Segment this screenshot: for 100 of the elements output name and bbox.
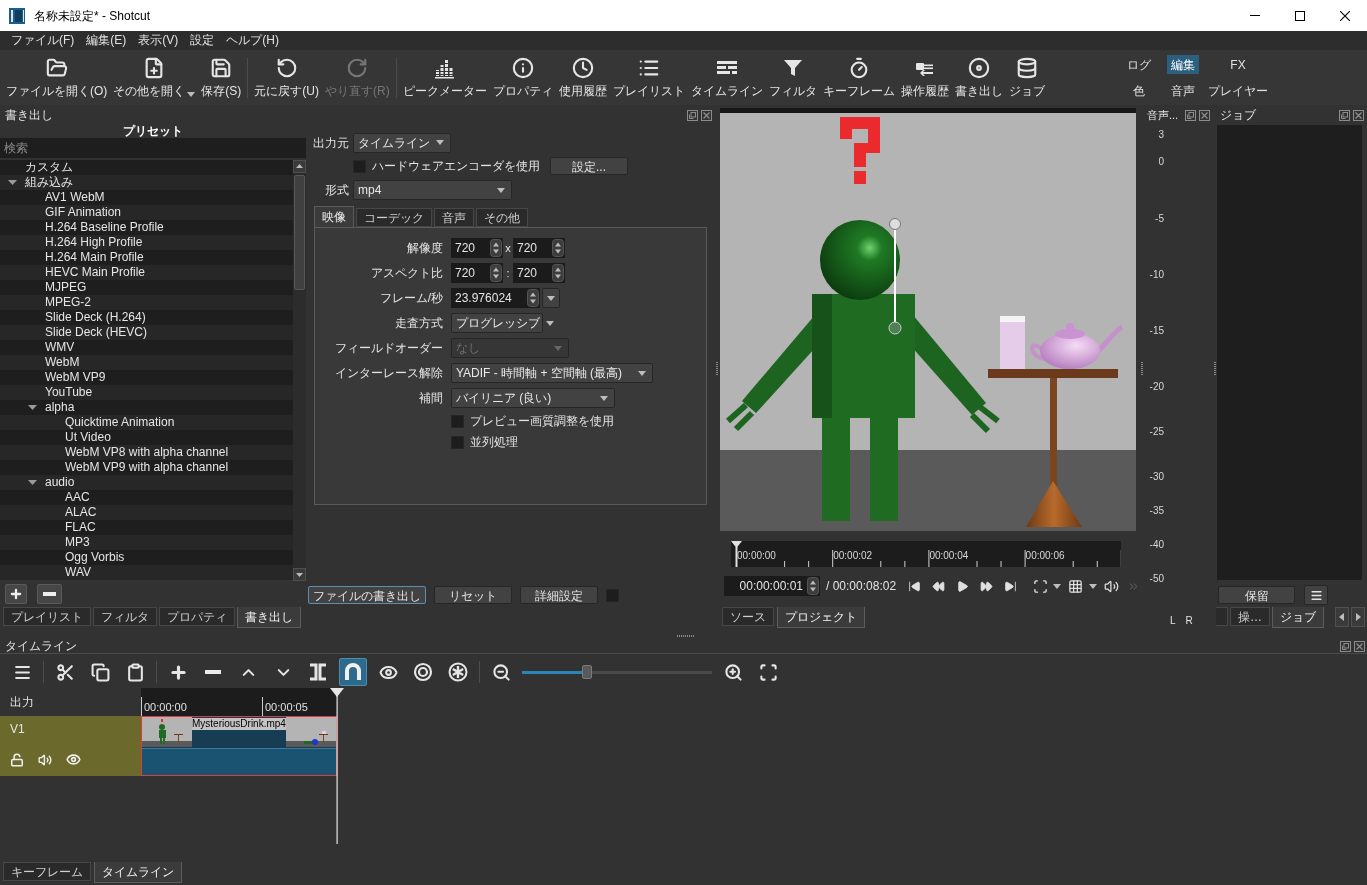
- toolbar-button[interactable]: 使用履歴: [555, 51, 610, 104]
- splitter-grip-icon[interactable]: [1213, 361, 1216, 376]
- layout-tab[interactable]: 音声: [1167, 81, 1199, 100]
- tab[interactable]: 音声: [434, 208, 474, 227]
- toolbar-button[interactable]: 保存(S): [198, 51, 245, 104]
- tab[interactable]: キーフレーム: [3, 862, 91, 881]
- tab[interactable]: ソース: [722, 607, 774, 626]
- toolbar-button[interactable]: プロパティ: [489, 51, 556, 104]
- menu-item[interactable]: 設定: [185, 31, 220, 50]
- close-icon[interactable]: [1354, 641, 1365, 652]
- splitter-grip-icon[interactable]: [1140, 361, 1143, 376]
- add-button[interactable]: [5, 584, 27, 604]
- spin-arrows-icon[interactable]: [490, 264, 502, 282]
- preset-item[interactable]: WebM: [0, 355, 293, 370]
- spin-box[interactable]: 720: [451, 238, 503, 258]
- preset-item[interactable]: MPEG-2: [0, 295, 293, 310]
- hold-button[interactable]: 保留: [1218, 586, 1295, 604]
- close-icon[interactable]: [1199, 109, 1210, 121]
- toolbar-button[interactable]: その他を開く: [110, 51, 199, 104]
- scrollbar-thumb[interactable]: [294, 175, 305, 290]
- layout-tab[interactable]: ログ: [1123, 55, 1155, 74]
- toolbar-button[interactable]: タイムライン: [687, 51, 766, 104]
- spin-arrows-icon[interactable]: [490, 239, 502, 257]
- scroll-up-icon[interactable]: [293, 160, 306, 173]
- scroll-down-icon[interactable]: [293, 568, 306, 581]
- preset-item[interactable]: WMV: [0, 340, 293, 355]
- preset-item[interactable]: H.264 Baseline Profile: [0, 220, 293, 235]
- spin-box[interactable]: 720: [451, 263, 503, 283]
- menu-button[interactable]: [1304, 585, 1328, 605]
- dropdown-button[interactable]: [542, 288, 560, 308]
- preset-item[interactable]: Slide Deck (HEVC): [0, 325, 293, 340]
- preset-item[interactable]: WebM VP9 with alpha channel: [0, 460, 293, 475]
- preset-item[interactable]: カスタム: [0, 160, 293, 175]
- action-button[interactable]: リセット: [434, 586, 512, 604]
- preset-item[interactable]: MJPEG: [0, 280, 293, 295]
- open-lock-icon[interactable]: [10, 752, 24, 767]
- menu-item[interactable]: ファイル(F): [6, 31, 80, 50]
- search-field[interactable]: 検索: [0, 138, 306, 158]
- undock-icon[interactable]: [1185, 109, 1196, 121]
- timecode-field[interactable]: 00:00:00:01: [724, 576, 820, 596]
- spin-box[interactable]: 720: [513, 263, 565, 283]
- clip[interactable]: MysteriousDrink.mp4: [141, 716, 337, 776]
- spin-arrows-icon[interactable]: [527, 289, 539, 307]
- snap-button[interactable]: [339, 658, 367, 686]
- dropdown[interactable]: YADIF - 時間軸 + 空間軸 (最高): [451, 363, 653, 383]
- preset-item[interactable]: YouTube: [0, 385, 293, 400]
- caret-down-icon[interactable]: [28, 478, 37, 487]
- spin-box[interactable]: 720: [513, 238, 565, 258]
- spin-arrows-icon[interactable]: [552, 264, 564, 282]
- toolbar-button[interactable]: キーフレーム: [819, 51, 898, 104]
- preset-item[interactable]: ALAC: [0, 505, 293, 520]
- toolbar-button[interactable]: ファイルを開く(O): [3, 51, 111, 104]
- tab[interactable]: フィルタ: [93, 607, 157, 626]
- undock-icon[interactable]: [1339, 109, 1350, 121]
- preset-folder[interactable]: audio: [0, 475, 293, 490]
- preset-item[interactable]: Ogg Vorbis: [0, 550, 293, 565]
- toolbar-button[interactable]: 元に戻す(U): [251, 51, 322, 104]
- menu-item[interactable]: ヘルプ(H): [221, 31, 284, 50]
- close-icon[interactable]: [1353, 109, 1364, 121]
- speaker-icon[interactable]: [38, 752, 52, 767]
- playhead[interactable]: [330, 688, 344, 844]
- toolbar-button[interactable]: ジョブ: [1005, 51, 1048, 104]
- tab[interactable]: ジョブ: [1272, 607, 1324, 628]
- preset-item[interactable]: FLAC: [0, 520, 293, 535]
- preset-item[interactable]: WebM VP9: [0, 370, 293, 385]
- preset-item[interactable]: WAV: [0, 565, 293, 580]
- toolbar-button[interactable]: フィルタ: [765, 51, 820, 104]
- preset-item[interactable]: Quicktime Animation: [0, 415, 293, 430]
- layout-tab[interactable]: プレイヤー: [1204, 81, 1272, 100]
- layout-tab[interactable]: 色: [1129, 81, 1149, 100]
- spin-arrows-icon[interactable]: [552, 239, 564, 257]
- remove-button[interactable]: [37, 584, 62, 604]
- checkbox[interactable]: [451, 414, 464, 428]
- checkbox[interactable]: [451, 435, 464, 449]
- close-icon[interactable]: [701, 109, 712, 121]
- preset-item[interactable]: HEVC Main Profile: [0, 265, 293, 280]
- timeline-ruler[interactable]: 00:00:00 00:00:05: [141, 688, 337, 716]
- source-dropdown[interactable]: タイムライン: [353, 132, 451, 153]
- tab-scroll-right-icon[interactable]: [1351, 607, 1365, 627]
- preset-folder[interactable]: 組み込み: [0, 175, 293, 190]
- tab[interactable]: その他: [476, 208, 528, 227]
- toolbar-button[interactable]: ピークメーター: [399, 51, 490, 104]
- format-dropdown[interactable]: mp4: [353, 180, 512, 200]
- tab[interactable]: タイムライン: [94, 862, 182, 883]
- preset-item[interactable]: H.264 High Profile: [0, 235, 293, 250]
- preset-item[interactable]: AV1 WebM: [0, 190, 293, 205]
- caret-down-icon[interactable]: [8, 178, 17, 187]
- preset-item[interactable]: MP3: [0, 535, 293, 550]
- scrollbar[interactable]: [293, 160, 306, 581]
- tab[interactable]: プロジェクト: [777, 607, 865, 628]
- tab[interactable]: コーデック: [356, 208, 432, 227]
- zoom-slider[interactable]: [522, 665, 712, 679]
- slider-thumb[interactable]: [581, 665, 592, 679]
- tab[interactable]: 映像: [314, 206, 354, 227]
- toolbar-button[interactable]: プレイリスト: [609, 51, 688, 104]
- scrubber-ruler[interactable]: 00:00:00 00:00:02 00:00:04 00:00:06: [731, 541, 1121, 567]
- layout-tab[interactable]: FX: [1226, 55, 1250, 74]
- preset-item[interactable]: GIF Animation: [0, 205, 293, 220]
- spin-box[interactable]: 23.976024: [451, 288, 540, 308]
- tab[interactable]: 操…: [1230, 607, 1270, 626]
